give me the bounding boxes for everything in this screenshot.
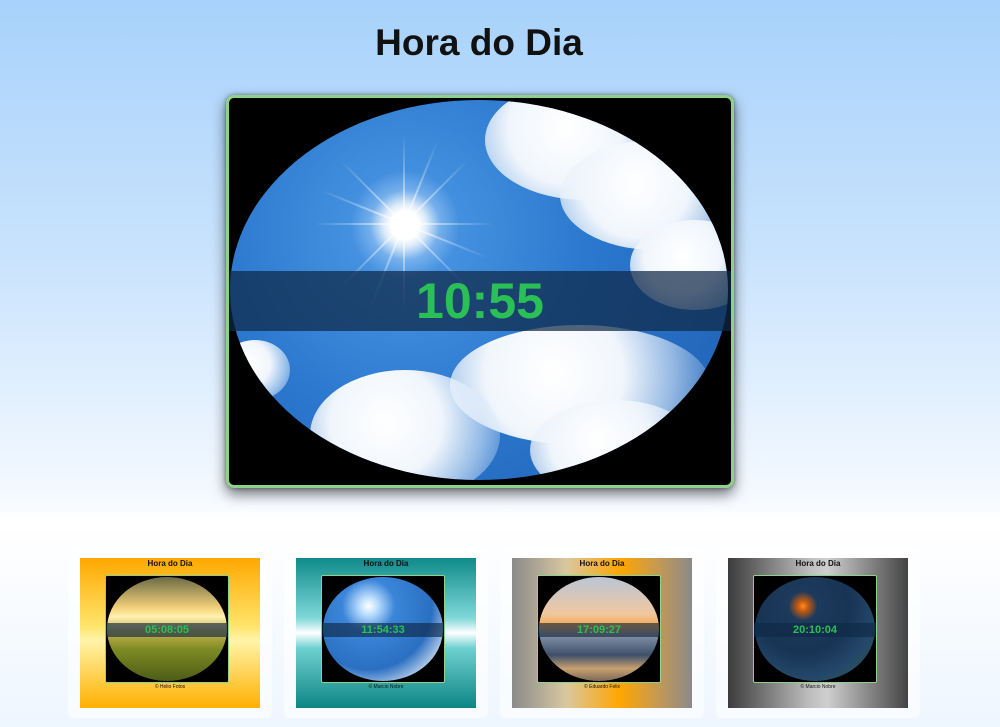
thumbnail-caption: © Marcio Nobre bbox=[368, 684, 404, 690]
thumbnail-title: Hora do Dia bbox=[795, 559, 841, 568]
thumbnail-time: 17:09:27 bbox=[576, 624, 622, 636]
thumbnail-image[interactable]: Hora do Dia 20:10:04 © Marcio Nobre bbox=[728, 558, 908, 708]
thumbnail-caption: © Marcio Nobre bbox=[800, 684, 836, 690]
thumbnail-frame: 11:54:33 bbox=[321, 575, 445, 683]
page-title: Hora do Dia bbox=[375, 22, 583, 63]
thumbnail-card[interactable]: Hora do Dia 05:08:05 © Helio Fotos bbox=[68, 548, 272, 718]
thumbnail-image[interactable]: Hora do Dia 05:08:05 © Helio Fotos bbox=[80, 558, 260, 708]
thumbnail-title: Hora do Dia bbox=[363, 559, 409, 568]
thumbnail-time: 20:10:04 bbox=[792, 624, 838, 636]
main-time: 10:55 bbox=[416, 273, 544, 329]
thumbnail-title: Hora do Dia bbox=[147, 559, 193, 568]
thumbnail-caption: © Helio Fotos bbox=[154, 684, 186, 690]
thumbnail-card[interactable]: Hora do Dia 17:09:27 © Eduardo Felix bbox=[500, 548, 704, 718]
thumbnail-image[interactable]: Hora do Dia 17:09:27 © Eduardo Felix bbox=[512, 558, 692, 708]
thumbnail-card[interactable]: Hora do Dia 11:54:33 © Marcio Nobre bbox=[284, 548, 488, 718]
thumbnail-card[interactable]: Hora do Dia 20:10:04 © Marcio Nobre bbox=[716, 548, 920, 718]
thumbnail-caption: © Eduardo Felix bbox=[584, 684, 620, 690]
thumbnail-time: 11:54:33 bbox=[361, 624, 405, 636]
thumbnail-title: Hora do Dia bbox=[579, 559, 625, 568]
thumbnail-frame: 17:09:27 bbox=[537, 575, 661, 683]
thumbnail-image[interactable]: Hora do Dia 11:54:33 © Marcio Nobre bbox=[296, 558, 476, 708]
main-clock-frame: 10:55 bbox=[226, 95, 734, 488]
thumbnail-frame: 20:10:04 bbox=[753, 575, 877, 683]
thumbnail-frame: 05:08:05 bbox=[105, 575, 229, 683]
thumbnail-time: 05:08:05 bbox=[144, 624, 190, 636]
